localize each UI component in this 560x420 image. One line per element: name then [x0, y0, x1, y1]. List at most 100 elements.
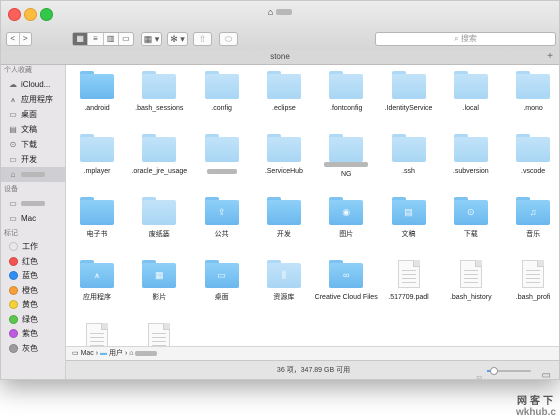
folder-item[interactable]: 废纸篓	[126, 197, 192, 239]
folder-item[interactable]: ⩚ 应用程序	[66, 260, 130, 302]
folder-item[interactable]	[189, 134, 255, 176]
folder-item[interactable]: .IdentityService	[376, 71, 442, 113]
sidebar-item-desktop[interactable]: ▭ 桌面	[1, 107, 65, 122]
folder-icon	[142, 134, 177, 162]
folder-item[interactable]: ⊙ 下载	[438, 197, 504, 239]
folder-item[interactable]: .config	[189, 71, 255, 113]
action-gear-button[interactable]: ✻ ▾	[167, 32, 188, 46]
slider-knob[interactable]	[490, 367, 499, 375]
sidebar-tag-item[interactable]: 红色	[1, 255, 65, 270]
view-mode-control: ▦ ≡ ▥ ▭	[72, 32, 134, 46]
folder-icon: ⇪	[204, 197, 239, 225]
folder-item[interactable]: .ServiceHub	[251, 134, 317, 176]
folder-item[interactable]: ▦ 影片	[126, 260, 192, 302]
folder-glyph-icon: ∞	[342, 270, 350, 280]
file-item[interactable]: .bash_profi	[500, 260, 559, 302]
folder-item[interactable]: NG	[313, 134, 379, 179]
folder-item[interactable]: 电子书	[66, 197, 130, 239]
new-tab-button[interactable]: +	[547, 50, 553, 64]
tag-label: 黄色	[22, 300, 38, 309]
item-label: .oracle_jre_usage	[131, 168, 188, 175]
watermark-line-2: wkhub.c	[515, 407, 556, 418]
folder-item[interactable]: .oracle_jre_usage	[126, 134, 192, 176]
tags-button[interactable]: ⬭	[219, 32, 238, 46]
sidebar-tag-item[interactable]: 蓝色	[1, 269, 65, 284]
folder-item[interactable]: ♫ 音乐	[500, 197, 559, 239]
folder-item[interactable]: .local	[438, 71, 504, 113]
tag-color-dot	[9, 242, 18, 252]
item-label: .IdentityService	[384, 105, 433, 112]
folder-item[interactable]: .bash_sessions	[126, 71, 192, 113]
applications-icon: ⩚	[10, 95, 16, 104]
icon-size-slider[interactable]	[487, 367, 531, 375]
forward-button[interactable]: >	[20, 33, 32, 45]
vertical-scrollbar[interactable]	[556, 69, 559, 334]
item-label: .subversion	[452, 168, 489, 175]
folder-item[interactable]: .ssh	[376, 134, 442, 176]
file-item[interactable]	[66, 323, 130, 346]
arrange-button[interactable]: ▦ ▾	[141, 32, 162, 46]
folder-item[interactable]: .vscode	[500, 134, 559, 176]
folder-item[interactable]: ⇪ 公共	[189, 197, 255, 239]
sidebar-item-documents[interactable]: ▤ 文稿	[1, 122, 65, 137]
folder-icon	[80, 71, 114, 99]
folder-item[interactable]: ⫼ 资源库	[251, 260, 317, 302]
folder-item[interactable]: .subversion	[438, 134, 504, 176]
sidebar-item-label: 文稿	[21, 125, 37, 134]
sidebar-tag-item[interactable]: 黄色	[1, 298, 65, 313]
folder-item[interactable]: ▭ 桌面	[189, 260, 255, 302]
folder-glyph-icon: ▭	[217, 270, 226, 280]
search-field[interactable]: ⌕ 搜索	[375, 32, 556, 46]
path-mac[interactable]: Mac	[81, 350, 94, 357]
watermark: 网客下 wkhub.c	[516, 392, 556, 418]
sidebar-header-devices: 设备	[4, 186, 18, 193]
folder-glyph-icon: ⩚	[94, 270, 100, 280]
folder-glyph-icon: ▦	[155, 270, 164, 280]
folder-item[interactable]: .mplayer	[66, 134, 130, 176]
sidebar-item-applications[interactable]: ⩚ 应用程序	[1, 92, 65, 107]
tags-list: 工作 红色蓝色橙色 黄色绿色 紫色 灰色	[1, 240, 65, 356]
gallery-view-button[interactable]: ▭	[119, 33, 133, 45]
tag-label: 红色	[22, 256, 38, 266]
folder-item[interactable]: .mono	[500, 71, 559, 113]
sidebar-tag-item[interactable]: 紫色	[1, 327, 65, 342]
folder-item[interactable]: 开发	[251, 197, 317, 239]
tab-stone[interactable]: stone	[270, 52, 290, 61]
sidebar-tag-item[interactable]: 绿色	[1, 313, 65, 328]
sidebar-item-downloads[interactable]: ⊙ 下载	[1, 137, 65, 152]
sidebar-item-home[interactable]: ⌂	[1, 167, 65, 182]
file-item[interactable]	[126, 323, 192, 346]
folder-item[interactable]: ∞ Creative Cloud Files	[313, 260, 379, 302]
folder-item[interactable]: .fontconfig	[313, 71, 379, 113]
back-button[interactable]: <	[7, 33, 20, 45]
sidebar-item-laptop[interactable]: ▭	[1, 196, 65, 211]
icon-view-button[interactable]: ▦	[73, 33, 89, 45]
column-view-button[interactable]: ▥	[104, 33, 119, 45]
item-label: 音乐	[526, 231, 541, 238]
sidebar-tag-item[interactable]: 橙色	[1, 284, 65, 299]
list-view-button[interactable]: ≡	[88, 33, 104, 45]
sidebar-tag-item[interactable]: 工作	[1, 240, 65, 255]
sidebar-item-cloud[interactable]: ☁ iCloud...	[1, 77, 65, 92]
sidebar-item-computer[interactable]: ▭ Mac	[1, 211, 65, 226]
file-item[interactable]: .517709.padl	[376, 260, 442, 302]
folder-glyph-icon: ⫼	[281, 270, 286, 280]
tag-color-dot	[9, 343, 18, 353]
watermark-line-1: 网客下	[517, 396, 556, 407]
computer-icon: ▭	[72, 350, 81, 357]
folder-item[interactable]: ◉ 图片	[313, 197, 379, 239]
path-users[interactable]: 用户	[109, 350, 123, 357]
tag-label: 蓝色	[22, 271, 38, 280]
share-button[interactable]: ⇧	[193, 32, 212, 46]
sidebar-item-folder[interactable]: ▭ 开发	[1, 152, 65, 167]
document-icon	[148, 323, 171, 346]
redacted-name	[21, 172, 45, 178]
folder-item[interactable]: .eclipse	[251, 71, 317, 113]
sidebar-tag-item[interactable]: 灰色	[1, 342, 65, 357]
folder-item[interactable]: ▤ 文稿	[376, 197, 442, 239]
file-item[interactable]: .bash_history	[438, 260, 504, 302]
item-label: .android	[84, 105, 110, 112]
redacted-username	[276, 8, 293, 15]
item-label: 电子书	[86, 231, 108, 238]
folder-item[interactable]: .android	[66, 71, 130, 113]
